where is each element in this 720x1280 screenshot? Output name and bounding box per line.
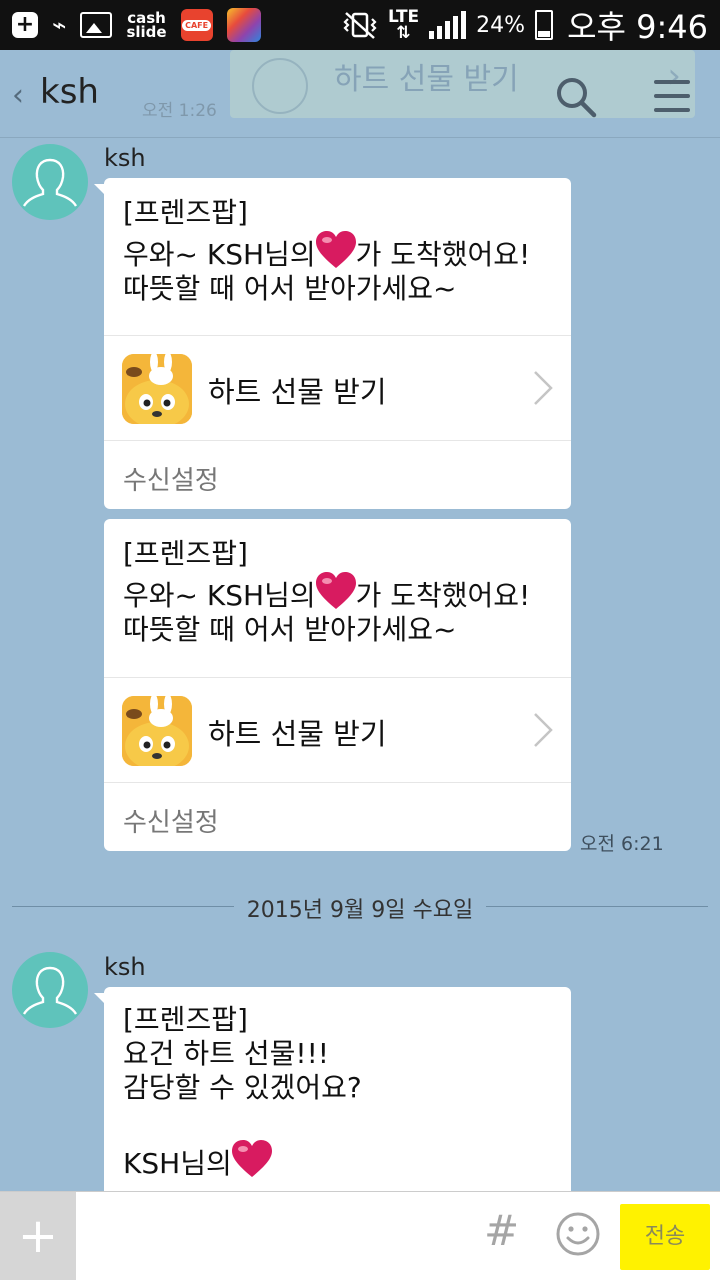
back-icon[interactable]: ‹ — [12, 78, 24, 113]
ghost-gift-banner: 하트 선물 받기 › — [230, 50, 695, 118]
gift-link-label: 하트 선물 받기 — [208, 717, 387, 751]
avatar[interactable] — [12, 952, 88, 1028]
bubble-tail — [94, 993, 106, 1005]
message-card: [프렌즈팝] 요건 하트 선물!!! 감당할 수 있겠어요? KSH님의 — [94, 987, 571, 1191]
menu-icon[interactable] — [654, 80, 690, 112]
message-input-bar: + # 전송 — [0, 1191, 720, 1280]
message-text: [프렌즈팝] 우와~ KSH님의 가 도착했어요! 따뜻할 때 어서 받아가세요~ — [123, 196, 531, 305]
message-input[interactable] — [84, 1204, 464, 1268]
ghost-rabbit-icon — [252, 58, 308, 114]
friends-pop-app-icon — [122, 354, 192, 424]
message-text: [프렌즈팝] 우와~ KSH님의 가 도착했어요! 따뜻할 때 어서 받아가세요~ — [123, 537, 531, 646]
battery-icon — [535, 10, 554, 40]
gift-link[interactable]: 하트 선물 받기 — [104, 677, 571, 783]
cashslide-icon: cash slide — [126, 9, 167, 41]
signal-icon — [429, 11, 467, 39]
heart-icon — [231, 1140, 272, 1177]
plus-icon: + — [12, 12, 38, 38]
ghost-banner-label: 하트 선물 받기 — [334, 62, 519, 97]
message-card: [프렌즈팝] 우와~ KSH님의 가 도착했어요! 따뜻할 때 어서 받아가세요~… — [94, 178, 571, 509]
message-timestamp: 오전 6:21 — [580, 833, 664, 855]
message-card: [프렌즈팝] 우와~ KSH님의 가 도착했어요! 따뜻할 때 어서 받아가세요~… — [104, 519, 571, 851]
chat-area[interactable]: ksh [프렌즈팝] 우와~ KSH님의 가 도착했어요! 따뜻할 때 어서 받아… — [0, 139, 720, 1191]
chat-title[interactable]: ksh — [40, 72, 99, 112]
status-bar: + ⌁ cash slide CAFE LTE ⇅ 24% 오후 9:46 — [0, 0, 720, 50]
hash-search-button[interactable]: # — [484, 1206, 519, 1255]
heart-icon — [315, 572, 356, 609]
lte-icon: LTE ⇅ — [387, 7, 420, 43]
date-divider-label: 2015년 9월 9일 수요일 — [246, 898, 474, 923]
bubble-tail — [94, 184, 106, 196]
heart-icon — [315, 231, 356, 268]
gift-link-label: 하트 선물 받기 — [208, 375, 387, 409]
send-button[interactable]: 전송 — [620, 1204, 710, 1270]
chevron-right-icon — [534, 371, 553, 405]
friends-pop-app-icon — [122, 696, 192, 766]
ghost-timestamp: 오전 1:26 — [142, 101, 217, 121]
sender-name: ksh — [104, 953, 146, 981]
vibrate-mute-icon — [342, 10, 378, 40]
gift-link[interactable]: 하트 선물 받기 — [104, 335, 571, 441]
date-divider: 2015년 9월 9일 수요일 — [12, 889, 708, 923]
sender-name: ksh — [104, 144, 146, 172]
usb-icon: ⌁ — [52, 11, 67, 39]
chevron-right-icon — [534, 713, 553, 747]
search-icon[interactable] — [555, 76, 597, 118]
avatar[interactable] — [12, 144, 88, 220]
cafe-icon: CAFE — [180, 9, 213, 41]
battery-percent: 24% — [476, 12, 526, 38]
notification-settings-link[interactable]: 수신설정 — [123, 802, 219, 839]
message-text: [프렌즈팝] 요건 하트 선물!!! 감당할 수 있겠어요? KSH님의 — [123, 1003, 362, 1180]
cube-app-icon — [226, 8, 261, 42]
emoticon-icon[interactable] — [556, 1212, 600, 1256]
chat-header: 하트 선물 받기 › 오전 1:26 ‹ ksh — [0, 50, 720, 138]
attach-plus-button[interactable]: + — [0, 1192, 76, 1280]
image-icon — [80, 12, 113, 38]
clock: 오후 9:46 — [567, 8, 708, 46]
notification-settings-link[interactable]: 수신설정 — [123, 460, 219, 497]
